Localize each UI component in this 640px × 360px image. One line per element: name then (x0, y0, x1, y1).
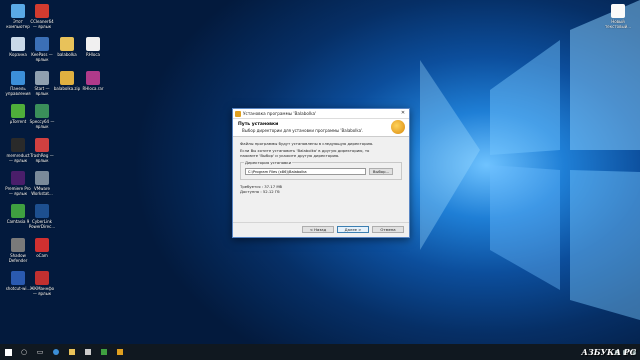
browser-icon[interactable] (48, 344, 64, 360)
installer-app-icon (235, 110, 241, 117)
keepass-icon (35, 37, 49, 51)
header-subtitle: Выбор директории для установки программы… (242, 128, 364, 133)
desktop-icon-label: oCam (36, 253, 48, 258)
desktop-icon[interactable]: oCam (28, 238, 56, 258)
zip-icon (60, 71, 74, 85)
desktop-icon[interactable]: RHloca (79, 37, 107, 57)
desktop-icon[interactable]: balabolka.zip (53, 71, 81, 91)
header-title: Путь установки (238, 122, 279, 127)
trashreg-icon (35, 138, 49, 152)
recycle-bin-icon (11, 37, 25, 51)
shadow-defender-icon (11, 238, 25, 252)
ocam-icon (35, 238, 49, 252)
desktop-icon-label: RHloca (86, 52, 100, 57)
dialog-body: Файлы программы будут установлены в след… (240, 141, 402, 194)
desktop-icon-label: TrashReg — ярлык (30, 153, 54, 163)
install-info-line3: нажмите 'Выбор' и укажите другую директо… (240, 153, 340, 158)
shopping-bag-icon (85, 349, 91, 355)
desktop-icon[interactable]: KeePass — ярлык (28, 37, 56, 62)
app-icon (35, 271, 49, 285)
memreduct-icon (11, 138, 25, 152)
desktop-icon-label: balabolka (57, 52, 77, 57)
browse-button[interactable]: Выбор... (369, 168, 393, 175)
camtasia-taskbar-icon[interactable] (96, 344, 112, 360)
install-info-line1: Файлы программы будут установлены в след… (240, 141, 374, 146)
start-icon (35, 71, 49, 85)
folder-icon (69, 349, 75, 355)
premiere-icon (11, 171, 25, 185)
powerdirector-icon (35, 204, 49, 218)
desktop-icon-label: Start — ярлык (34, 86, 50, 96)
desktop-icon[interactable]: RHloca.rar (79, 71, 107, 91)
cancel-button[interactable]: Отмена (372, 226, 404, 233)
rar-icon (86, 71, 100, 85)
desktop-icon[interactable]: ЖКМаннфо — ярлык (28, 271, 56, 296)
install-dir-group: Директория установки C:\Program Files (x… (240, 160, 402, 180)
installer-dialog: Установка программы 'Balabolka' ✕ Путь у… (232, 108, 410, 238)
task-view-icon[interactable]: ▭ (32, 344, 48, 360)
desktop-icon[interactable]: Speccy64 — ярлык (28, 104, 56, 129)
desktop-icon[interactable]: CCleaner64 — ярлык (28, 4, 56, 29)
desktop-icon-new-text-file[interactable]: Новый текстовый... (604, 4, 632, 29)
computer-icon (11, 4, 25, 18)
dialog-footer: < Назад Далее > Отмена (233, 222, 409, 237)
utorrent-icon (11, 104, 25, 118)
desktop-icon[interactable]: balabolka (53, 37, 81, 57)
next-button[interactable]: Далее > (337, 226, 369, 233)
desktop-icon[interactable]: VMware Workstat... (28, 171, 56, 196)
camtasia-icon (101, 349, 107, 355)
install-path-field[interactable]: C:\Program Files (x86)\Balabolka (245, 168, 366, 175)
folder-icon (60, 37, 74, 51)
start-button[interactable] (0, 344, 16, 360)
desktop: Этот компьютер CCleaner64 — ярлык Корзина K… (0, 0, 640, 344)
desktop-icon-label: RHloca.rar (82, 86, 104, 91)
balabolka-logo-icon (391, 120, 405, 134)
desktop-icon-label: Speccy64 — ярлык (29, 119, 55, 129)
file-icon (86, 37, 100, 51)
explorer-icon[interactable] (64, 344, 80, 360)
desktop-icon[interactable]: TrashReg — ярлык (28, 138, 56, 163)
installer-taskbar-icon[interactable] (112, 344, 128, 360)
dialog-title: Установка программы 'Balabolka' (243, 111, 317, 116)
store-icon[interactable] (80, 344, 96, 360)
speccy-icon (35, 104, 49, 118)
desktop-icon-label: KeePass — ярлык (31, 52, 53, 62)
camtasia-icon (11, 204, 25, 218)
installer-icon (117, 349, 123, 355)
space-available: Доступно : 52.12 Гб (240, 189, 280, 194)
shotcut-icon (11, 271, 25, 285)
dialog-header: Путь установки Выбор директории для уста… (233, 119, 409, 137)
back-button[interactable]: < Назад (302, 226, 334, 233)
windows-logo-icon (4, 348, 12, 356)
desktop-icon-label: VMware Workstat... (31, 186, 53, 196)
desktop-icon-label: ЖКМаннфо — ярлык (29, 286, 55, 296)
close-icon[interactable]: ✕ (397, 109, 409, 118)
desktop-icon-label: balabolka.zip (53, 86, 81, 91)
search-icon[interactable]: ○ (16, 344, 32, 360)
desktop-icon-label: CyberLink PowerDirec... (28, 219, 56, 229)
control-panel-icon (11, 71, 25, 85)
desktop-icon[interactable]: CyberLink PowerDirec... (28, 204, 56, 229)
vmware-icon (35, 171, 49, 185)
text-file-icon (611, 4, 625, 18)
edge-icon (53, 349, 59, 355)
desktop-icon-label: CCleaner64 — ярлык (30, 19, 54, 29)
install-dir-label: Директория установки (244, 160, 293, 165)
ccleaner-icon (35, 4, 49, 18)
dialog-titlebar[interactable]: Установка программы 'Balabolka' ✕ (233, 109, 409, 119)
taskbar: ○ ▭ (0, 344, 640, 360)
watermark: АЗБУКА РС (581, 347, 636, 357)
desktop-icon[interactable]: Start — ярлык (28, 71, 56, 96)
